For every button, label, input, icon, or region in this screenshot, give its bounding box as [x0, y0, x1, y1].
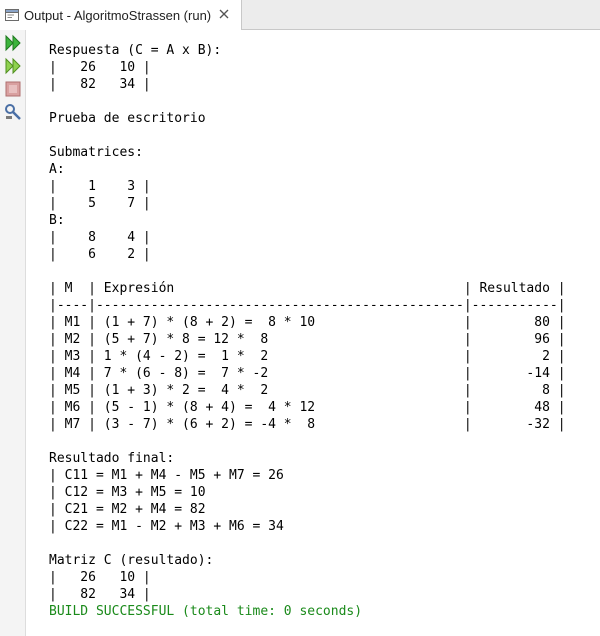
console-line: | C21 = M2 + M4 = 82 — [49, 502, 206, 517]
console-line: Resultado final: — [49, 451, 175, 466]
console-line: | 82 34 | — [49, 77, 151, 92]
console-line: | C22 = M1 - M2 + M3 + M6 = 34 — [49, 519, 284, 534]
rerun-icon[interactable] — [3, 33, 23, 53]
tab-bar: Output - AlgoritmoStrassen (run) — [0, 0, 600, 30]
tab-title: Output - AlgoritmoStrassen (run) — [24, 7, 212, 23]
console-line: | 5 7 | — [49, 196, 151, 211]
console-line: A: — [49, 162, 65, 177]
console-line: | M2 | (5 + 7) * 8 = 12 * 8 | 96 | — [49, 332, 566, 347]
console-line: |----|----------------------------------… — [49, 298, 566, 313]
console-line: | M5 | (1 + 3) * 2 = 4 * 2 | 8 | — [49, 383, 566, 398]
close-icon[interactable] — [217, 7, 231, 21]
console-line: | 82 34 | — [49, 587, 151, 602]
console-line: | 26 10 | — [49, 60, 151, 75]
console-output[interactable]: Respuesta (C = A x B): | 26 10 | | 82 34 |… — [26, 30, 600, 636]
console-line: | M6 | (5 - 1) * (8 + 4) = 4 * 12 | 48 | — [49, 400, 566, 415]
console-line: | 8 4 | — [49, 230, 151, 245]
console-line: Matriz C (resultado): — [49, 553, 214, 568]
console-line: Submatrices: — [49, 145, 143, 160]
console-line: | M | Expresión | Resultado | — [49, 281, 566, 296]
console-line: | 6 2 | — [49, 247, 151, 262]
rerun-with-options-icon[interactable] — [3, 56, 23, 76]
console-line: | C12 = M3 + M5 = 10 — [49, 485, 206, 500]
console-line: | M4 | 7 * (6 - 8) = 7 * -2 | -14 | — [49, 366, 566, 381]
tab-output[interactable]: Output - AlgoritmoStrassen (run) — [0, 0, 242, 30]
console-line: B: — [49, 213, 65, 228]
console-line: Prueba de escritorio — [49, 111, 206, 126]
output-toolbar — [0, 30, 26, 636]
output-window-icon — [5, 9, 19, 21]
console-line: | M1 | (1 + 7) * (8 + 2) = 8 * 10 | 80 | — [49, 315, 566, 330]
output-window: Output - AlgoritmoStrassen (run) Respues… — [0, 0, 600, 636]
console-line: Respuesta (C = A x B): — [49, 43, 222, 58]
console-line: | M3 | 1 * (4 - 2) = 1 * 2 | 2 | — [49, 349, 566, 364]
build-status: BUILD SUCCESSFUL (total time: 0 seconds) — [49, 604, 363, 619]
console-line: | 26 10 | — [49, 570, 151, 585]
settings-icon[interactable] — [3, 102, 23, 122]
console-line: | 1 3 | — [49, 179, 151, 194]
stop-icon[interactable] — [3, 79, 23, 99]
console-line: | M7 | (3 - 7) * (6 + 2) = -4 * 8 | -32 … — [49, 417, 566, 432]
console-line: | C11 = M1 + M4 - M5 + M7 = 26 — [49, 468, 284, 483]
